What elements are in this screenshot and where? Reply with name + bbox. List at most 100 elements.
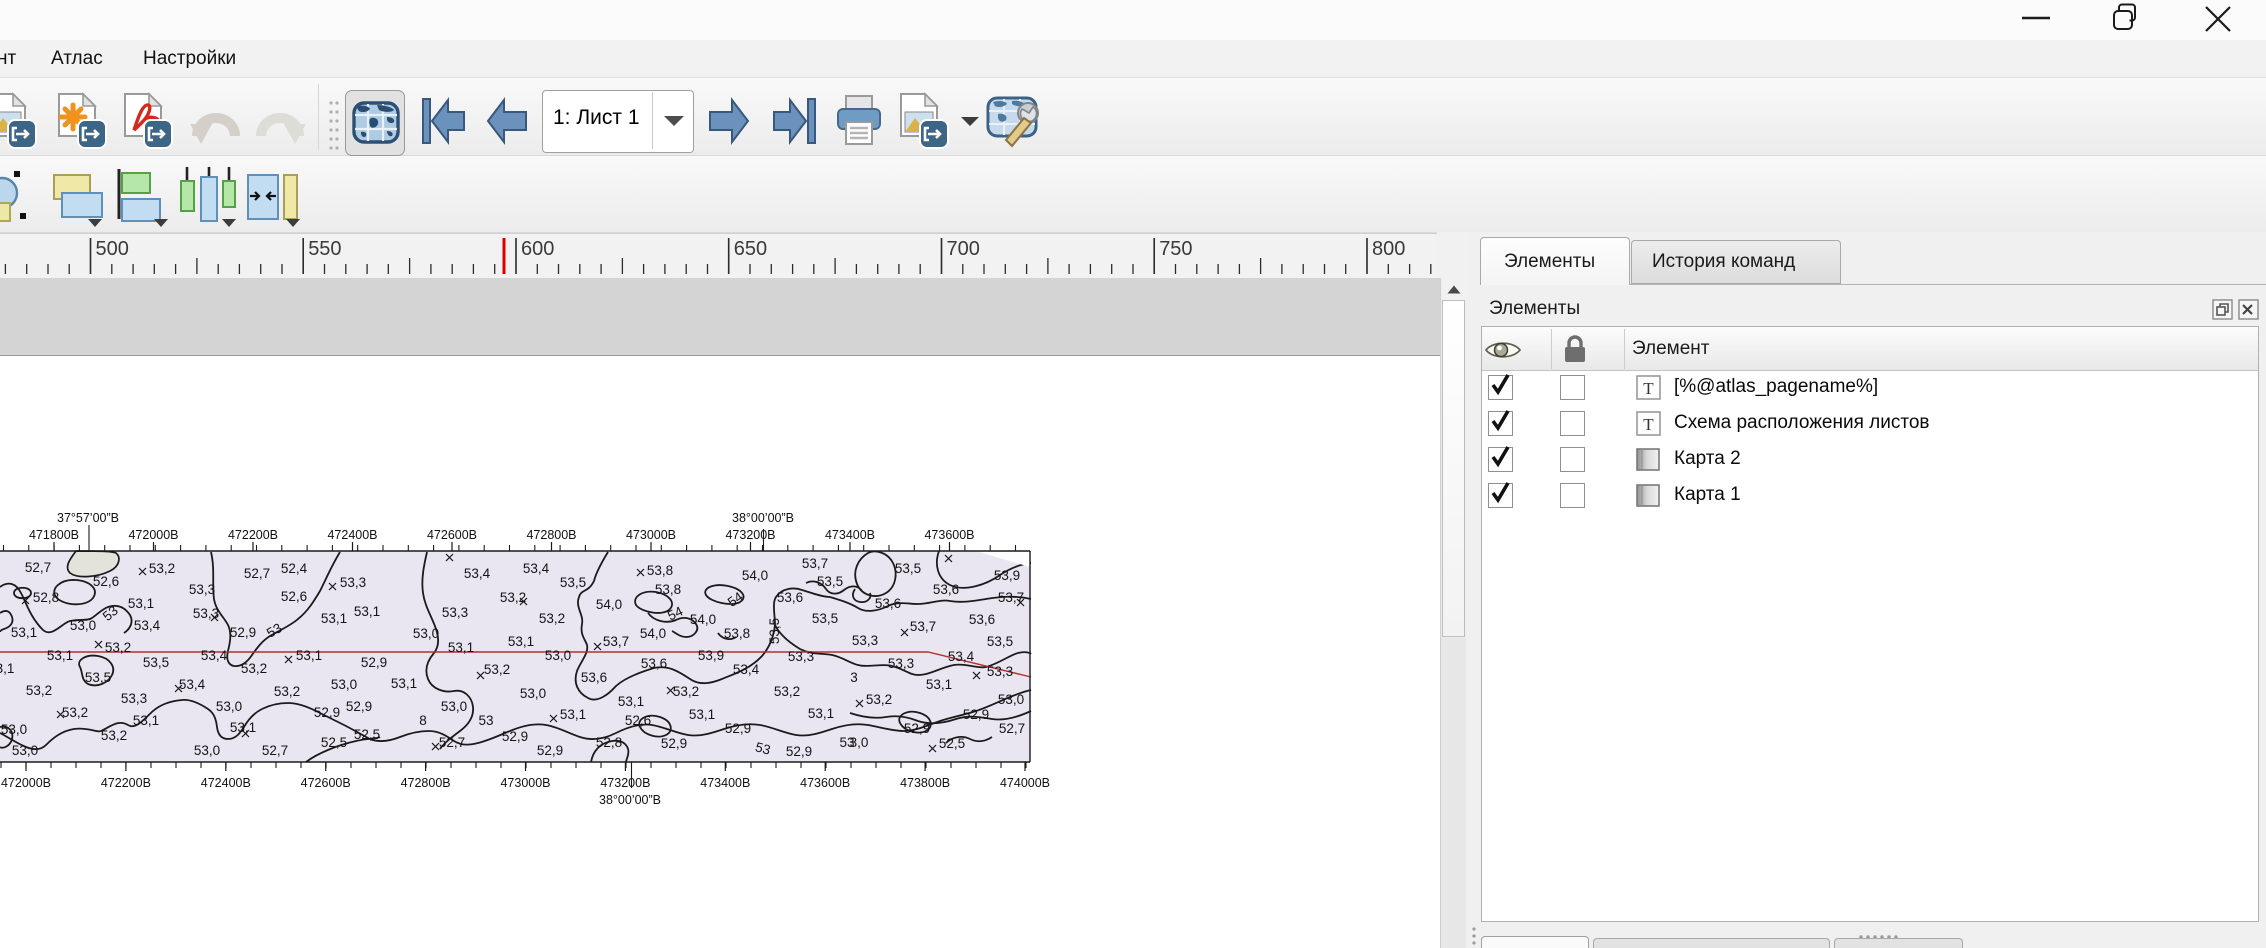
svg-text:473800B: 473800B xyxy=(900,776,950,790)
svg-text:53,6: 53,6 xyxy=(581,670,607,685)
svg-text:53,6: 53,6 xyxy=(777,590,803,605)
svg-text:52,5: 52,5 xyxy=(321,735,347,750)
svg-text:52,8: 52,8 xyxy=(33,590,59,605)
svg-text:53,1: 53,1 xyxy=(618,694,644,709)
svg-text:52,9: 52,9 xyxy=(537,743,563,758)
svg-text:53,7: 53,7 xyxy=(603,634,629,649)
svg-text:52,5: 52,5 xyxy=(939,736,965,751)
svg-text:53,8: 53,8 xyxy=(655,582,681,597)
svg-text:500: 500 xyxy=(96,238,129,260)
svg-text:53,0: 53,0 xyxy=(520,686,546,701)
svg-text:53,9: 53,9 xyxy=(698,648,724,663)
svg-text:750: 750 xyxy=(1159,238,1192,260)
svg-text:53,8: 53,8 xyxy=(647,563,673,578)
svg-text:53,9: 53,9 xyxy=(994,568,1020,583)
svg-text:472400B: 472400B xyxy=(201,776,251,790)
svg-text:53,1: 53,1 xyxy=(11,625,37,640)
svg-text:473400B: 473400B xyxy=(825,528,875,542)
svg-text:473200B: 473200B xyxy=(725,528,775,542)
svg-text:52,7: 52,7 xyxy=(999,721,1025,736)
svg-text:53,1: 53,1 xyxy=(391,676,417,691)
svg-text:53,7: 53,7 xyxy=(802,556,828,571)
svg-text:52,7: 52,7 xyxy=(25,560,51,575)
svg-text:52,9: 52,9 xyxy=(230,625,256,640)
svg-text:53,5: 53,5 xyxy=(767,618,782,644)
svg-text:52,8: 52,8 xyxy=(596,735,622,750)
svg-text:53,2: 53,2 xyxy=(539,611,565,626)
svg-text:52,9: 52,9 xyxy=(314,705,340,720)
svg-text:472800B: 472800B xyxy=(401,776,451,790)
svg-text:3,0: 3,0 xyxy=(850,735,869,750)
svg-text:473400B: 473400B xyxy=(700,776,750,790)
svg-text:53,6: 53,6 xyxy=(875,596,901,611)
svg-text:472200B: 472200B xyxy=(228,528,278,542)
svg-text:53,2: 53,2 xyxy=(274,684,300,699)
svg-text:53,2: 53,2 xyxy=(101,728,127,743)
svg-text:52,4: 52,4 xyxy=(281,561,308,576)
svg-text:53,2: 53,2 xyxy=(484,662,510,677)
svg-text:53,3: 53,3 xyxy=(987,664,1013,679)
svg-text:53,0: 53,0 xyxy=(413,626,439,641)
svg-text:53,6: 53,6 xyxy=(933,582,959,597)
svg-text:53,1: 53,1 xyxy=(128,596,154,611)
svg-text:52,9: 52,9 xyxy=(661,736,687,751)
svg-text:472400B: 472400B xyxy=(327,528,377,542)
svg-text:37°57’00”B: 37°57’00”B xyxy=(57,511,119,525)
svg-text:53,3: 53,3 xyxy=(189,582,215,597)
svg-text:53,4: 53,4 xyxy=(523,561,550,576)
svg-text:53,3: 53,3 xyxy=(852,633,878,648)
svg-text:473000B: 473000B xyxy=(500,776,550,790)
svg-text:53,0: 53,0 xyxy=(12,743,38,758)
svg-text:52,5: 52,5 xyxy=(354,727,380,742)
svg-text:53,0: 53,0 xyxy=(441,699,467,714)
svg-text:472600B: 472600B xyxy=(427,528,477,542)
svg-text:650: 650 xyxy=(734,238,767,260)
svg-text:53,8: 53,8 xyxy=(724,626,750,641)
svg-text:53,1: 53,1 xyxy=(296,648,322,663)
svg-text:3,1: 3,1 xyxy=(0,661,14,676)
svg-text:53,1: 53,1 xyxy=(508,634,534,649)
svg-text:52,9: 52,9 xyxy=(361,655,387,670)
svg-text:52,9: 52,9 xyxy=(725,721,751,736)
svg-text:54,0: 54,0 xyxy=(640,626,666,641)
svg-text:54,0: 54,0 xyxy=(690,612,716,627)
svg-text:53,2: 53,2 xyxy=(241,661,267,676)
svg-text:53,1: 53,1 xyxy=(448,640,474,655)
svg-text:53,2: 53,2 xyxy=(62,705,88,720)
svg-text:53,3: 53,3 xyxy=(788,649,814,664)
svg-text:600: 600 xyxy=(521,238,554,260)
svg-text:53,5: 53,5 xyxy=(895,561,921,576)
svg-text:3: 3 xyxy=(850,670,858,685)
svg-text:53,2: 53,2 xyxy=(149,561,175,576)
svg-text:52,7: 52,7 xyxy=(244,566,270,581)
svg-text:53,3: 53,3 xyxy=(340,575,366,590)
svg-text:52,6: 52,6 xyxy=(281,589,307,604)
svg-text:38°00’00”B: 38°00’00”B xyxy=(599,793,661,805)
svg-text:53,2: 53,2 xyxy=(105,640,131,655)
svg-text:471800B: 471800B xyxy=(29,528,79,542)
svg-text:53,2: 53,2 xyxy=(774,684,800,699)
svg-text:53,4: 53,4 xyxy=(464,566,491,581)
svg-text:473600B: 473600B xyxy=(924,528,974,542)
svg-text:52,9: 52,9 xyxy=(786,744,812,759)
svg-text:52,7: 52,7 xyxy=(262,743,288,758)
svg-text:53,4: 53,4 xyxy=(134,618,161,633)
svg-text:53,0: 53,0 xyxy=(194,743,220,758)
svg-text:800: 800 xyxy=(1372,238,1405,260)
svg-text:472000B: 472000B xyxy=(1,776,51,790)
svg-text:473000B: 473000B xyxy=(626,528,676,542)
svg-text:53,3: 53,3 xyxy=(121,691,147,706)
svg-text:53,5: 53,5 xyxy=(812,611,838,626)
svg-text:474000B: 474000B xyxy=(1000,776,1050,790)
svg-text:52,9: 52,9 xyxy=(904,721,930,736)
svg-text:53,4: 53,4 xyxy=(179,677,206,692)
svg-text:473600B: 473600B xyxy=(800,776,850,790)
svg-text:53,5: 53,5 xyxy=(143,655,169,670)
svg-text:54,0: 54,0 xyxy=(742,568,768,583)
svg-text:53,0: 53,0 xyxy=(1,722,27,737)
svg-text:53,4: 53,4 xyxy=(948,649,975,664)
svg-text:53,6: 53,6 xyxy=(969,612,995,627)
svg-text:53,7: 53,7 xyxy=(910,619,936,634)
svg-text:53,0: 53,0 xyxy=(331,677,357,692)
svg-text:53,5: 53,5 xyxy=(987,634,1013,649)
